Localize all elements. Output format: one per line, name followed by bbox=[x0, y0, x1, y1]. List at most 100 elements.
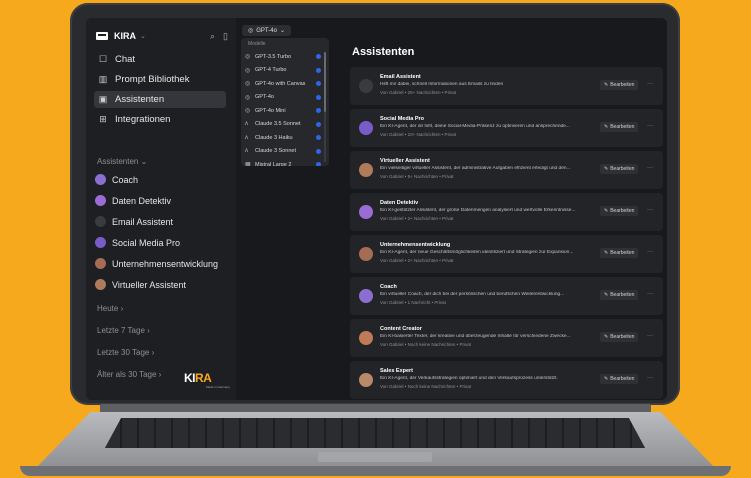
more-options-icon[interactable]: ··· bbox=[647, 165, 653, 171]
edit-button[interactable]: ✎ Bearbeiten bbox=[600, 206, 639, 216]
model-radio[interactable] bbox=[316, 162, 321, 166]
assistant-card[interactable]: Daten Detektiv Ein KI-gestützter Assisten… bbox=[350, 193, 663, 231]
edit-button[interactable]: ✎ Bearbeiten bbox=[600, 122, 639, 132]
openai-icon: ◎ bbox=[245, 94, 251, 101]
model-radio[interactable] bbox=[316, 121, 321, 127]
sidebar-assistant-item[interactable]: Virtueller Assistent bbox=[95, 276, 233, 293]
more-options-icon[interactable]: ··· bbox=[647, 333, 653, 339]
history-group[interactable]: Letzte 7 Tage › bbox=[97, 326, 161, 348]
model-panel-title: Modelle bbox=[248, 41, 266, 47]
anthropic-icon: ᴧ bbox=[245, 148, 248, 155]
openai-icon: ◎ bbox=[248, 28, 254, 34]
sidebar-toggle-icon[interactable]: ▯ bbox=[223, 31, 228, 42]
edit-button[interactable]: ✎ Bearbeiten bbox=[600, 164, 639, 174]
search-icon[interactable]: ⌕ bbox=[210, 31, 215, 42]
assistant-card[interactable]: Coach Ein virtueller Coach, der dich bei … bbox=[350, 277, 663, 315]
avatar bbox=[359, 79, 373, 93]
assistant-card[interactable]: Social Media Pro Ein KI-Agent, der dir hi… bbox=[350, 109, 663, 147]
chevron-down-icon[interactable]: ⌄ bbox=[140, 32, 146, 40]
nav-item-integrationen[interactable]: ⊞ Integrationen bbox=[94, 111, 226, 128]
assistant-name: Sales Expert bbox=[380, 368, 414, 374]
history-group[interactable]: Letzte 30 Tage › bbox=[97, 348, 161, 370]
assistant-meta: Von Gabriel • Noch keine Nachrichten • P… bbox=[380, 384, 471, 389]
edit-button-label: Bearbeiten bbox=[610, 166, 635, 172]
assistant-meta: Von Gabriel • 5+ Nachrichten • Privat bbox=[380, 174, 454, 179]
model-radio[interactable] bbox=[316, 94, 321, 100]
nav-item-prompt-bibliothek[interactable]: ▥ Prompt Bibliothek bbox=[94, 71, 226, 88]
assistant-label: Coach bbox=[112, 174, 139, 185]
edit-button[interactable]: ✎ Bearbeiten bbox=[600, 80, 639, 90]
more-options-icon[interactable]: ··· bbox=[647, 291, 653, 297]
edit-button[interactable]: ✎ Bearbeiten bbox=[600, 332, 639, 342]
model-option[interactable]: ᴧ Claude 3 Haiku bbox=[245, 131, 325, 145]
model-option[interactable]: ▦ Mistral Large 2 bbox=[245, 158, 325, 166]
history-group[interactable]: Heute › bbox=[97, 304, 161, 326]
more-options-icon[interactable]: ··· bbox=[647, 123, 653, 129]
avatar bbox=[95, 237, 106, 248]
more-options-icon[interactable]: ··· bbox=[647, 81, 653, 87]
edit-button[interactable]: ✎ Bearbeiten bbox=[600, 248, 639, 258]
assistant-card[interactable]: Sales Expert Ein KI-Agent, der Verkaufsst… bbox=[350, 361, 663, 399]
assistant-card[interactable]: Content Creator Ein KI-basierter Texter, … bbox=[350, 319, 663, 357]
assistant-meta: Von Gabriel • 2+ Nachrichten • Privat bbox=[380, 258, 454, 263]
model-radio[interactable] bbox=[316, 108, 321, 114]
model-option[interactable]: ◎ GPT-4 Turbo bbox=[245, 64, 325, 78]
nav-item-assistenten[interactable]: ▣ Assistenten bbox=[94, 91, 226, 108]
assistant-label: Social Media Pro bbox=[112, 237, 181, 248]
model-radio[interactable] bbox=[316, 135, 321, 141]
assistant-card[interactable]: Unternehmensentwicklung Ein KI-Agent, der… bbox=[350, 235, 663, 273]
nav-item-label: Chat bbox=[115, 54, 136, 65]
book-icon: ▥ bbox=[98, 74, 108, 84]
edit-icon: ✎ bbox=[604, 208, 609, 214]
model-option[interactable]: ◎ GPT-4o Mini bbox=[245, 104, 325, 118]
model-label: GPT-4 Turbo bbox=[255, 67, 287, 74]
sidebar-assistant-item[interactable]: Coach bbox=[95, 171, 233, 188]
assistant-icon: ▣ bbox=[98, 94, 108, 104]
model-option[interactable]: ᴧ Claude 3 Sonnet bbox=[245, 145, 325, 159]
assistant-description: Hilft mir dabei, schnell Informationen a… bbox=[380, 82, 504, 87]
openai-icon: ◎ bbox=[245, 108, 251, 115]
model-option[interactable]: ᴧ Claude 3.5 Sonnet bbox=[245, 118, 325, 132]
model-list: ◎ GPT-3.5 Turbo ◎ GPT-4 Turbo ◎ GPT-4o with C… bbox=[245, 50, 325, 166]
scrollbar-thumb[interactable] bbox=[324, 52, 326, 112]
sidebar-assistant-item[interactable]: Unternehmensentwicklung bbox=[95, 255, 233, 272]
history-group[interactable]: Älter als 30 Tage › bbox=[97, 370, 161, 392]
nav-item-chat[interactable]: ☐ Chat bbox=[94, 51, 226, 68]
assistant-card[interactable]: Email Assistent Hilft mir dabei, schnell … bbox=[350, 67, 663, 105]
assistant-list: Coach Daten Detektiv Email Assistent Social… bbox=[95, 171, 233, 297]
nav-item-label: Prompt Bibliothek bbox=[115, 74, 190, 85]
sidebar-assistant-item[interactable]: Email Assistent bbox=[95, 213, 233, 230]
more-options-icon[interactable]: ··· bbox=[647, 375, 653, 381]
edit-button[interactable]: ✎ Bearbeiten bbox=[600, 374, 639, 384]
assistant-name: Unternehmensentwicklung bbox=[380, 242, 451, 248]
avatar bbox=[95, 258, 106, 269]
edit-button-label: Bearbeiten bbox=[610, 124, 635, 130]
model-radio[interactable] bbox=[316, 81, 321, 87]
app-name[interactable]: KIRA bbox=[114, 31, 136, 41]
assistant-card[interactable]: Virtueller Assistent Ein vielseitiger vir… bbox=[350, 151, 663, 189]
model-label: GPT-4o Mini bbox=[255, 107, 286, 114]
model-option[interactable]: ◎ GPT-4o with Canvas bbox=[245, 77, 325, 91]
model-radio[interactable] bbox=[316, 67, 321, 73]
nav-item-label: Integrationen bbox=[115, 114, 171, 125]
assistant-meta: Von Gabriel • 2+ Nachrichten • Privat bbox=[380, 216, 454, 221]
model-label: Claude 3.5 Sonnet bbox=[255, 121, 301, 128]
assistant-cards: Email Assistent Hilft mir dabei, schnell … bbox=[350, 67, 663, 400]
model-radio[interactable] bbox=[316, 148, 321, 154]
sidebar-assistant-item[interactable]: Daten Detektiv bbox=[95, 192, 233, 209]
model-option[interactable]: ◎ GPT-4o bbox=[245, 91, 325, 105]
edit-button[interactable]: ✎ Bearbeiten bbox=[600, 290, 639, 300]
more-options-icon[interactable]: ··· bbox=[647, 207, 653, 213]
model-label: Claude 3 Sonnet bbox=[255, 148, 296, 155]
more-options-icon[interactable]: ··· bbox=[647, 249, 653, 255]
model-radio[interactable] bbox=[316, 54, 321, 60]
main-nav: ☐ Chat ▥ Prompt Bibliothek ▣ Assistenten ⊞ Inte… bbox=[94, 51, 226, 131]
assistants-section-label[interactable]: Assistenten ⌄ bbox=[97, 157, 147, 166]
assistant-meta: Von Gabriel • 26+ Nachrichten • Privat bbox=[380, 90, 457, 95]
model-option[interactable]: ◎ GPT-3.5 Turbo bbox=[245, 50, 325, 64]
avatar bbox=[359, 331, 373, 345]
model-selector-button[interactable]: ◎ GPT-4o ⌄ bbox=[242, 25, 291, 36]
app-logo-icon bbox=[96, 32, 108, 40]
sidebar-assistant-item[interactable]: Social Media Pro bbox=[95, 234, 233, 251]
assistant-description: Ein KI-gestützter Assistent, der große D… bbox=[380, 208, 576, 213]
